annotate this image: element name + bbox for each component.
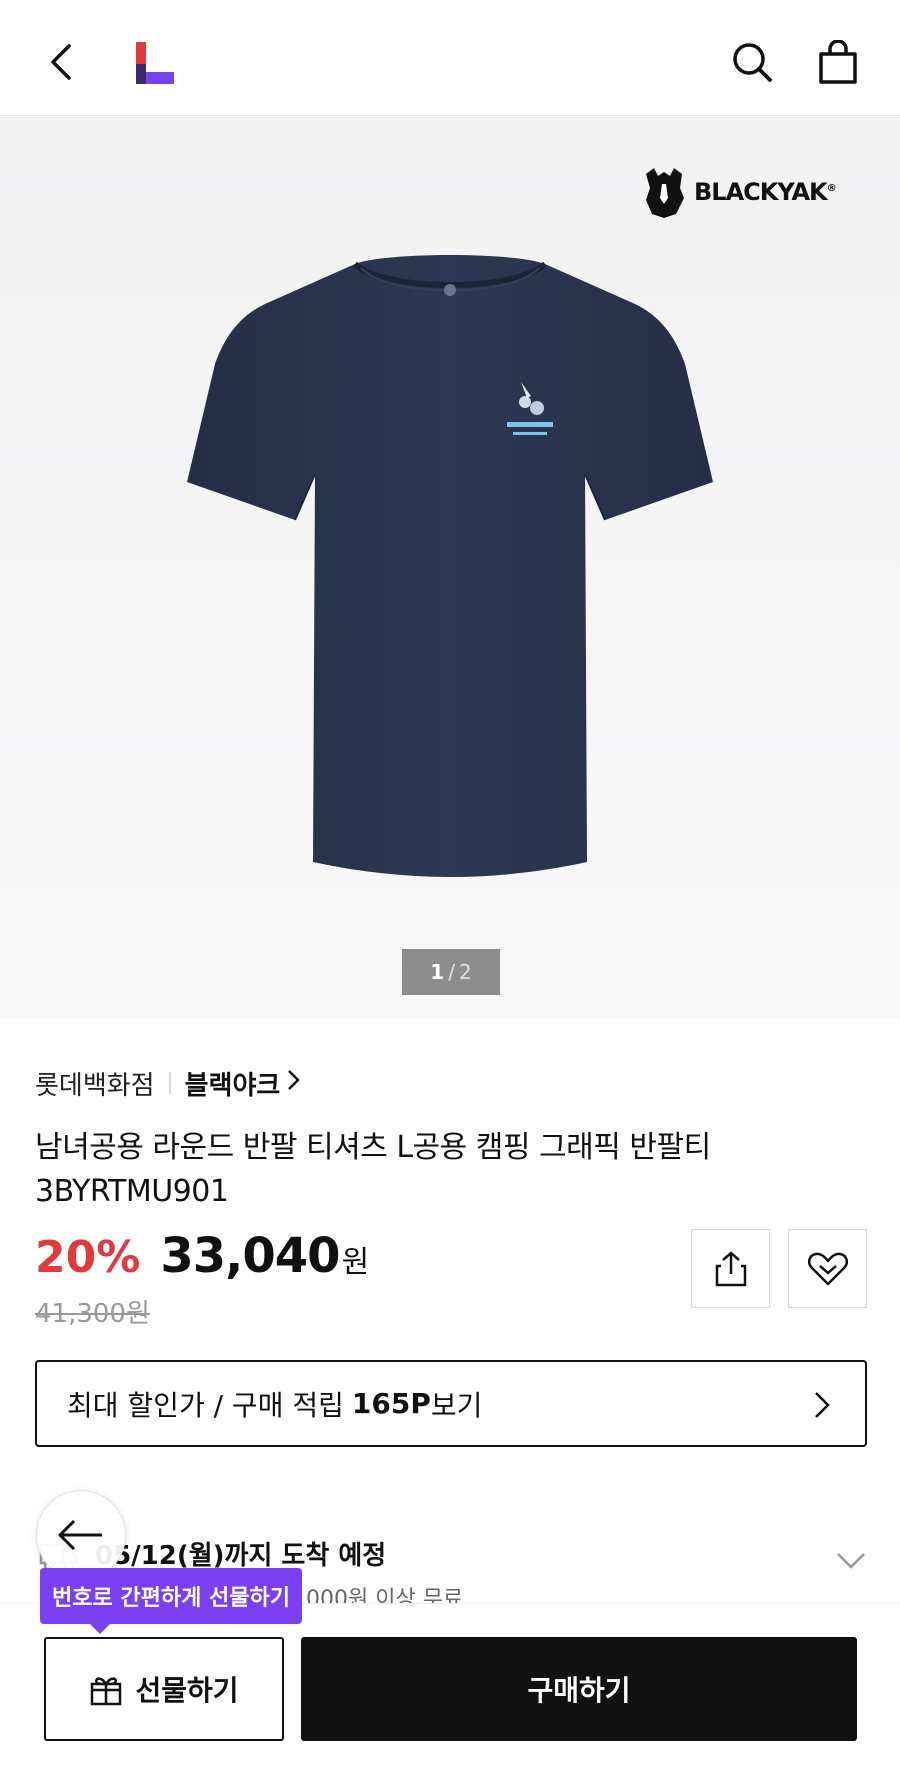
brand-logo: BLACKYAK® [640,162,860,222]
gift-icon [89,1672,123,1706]
original-price: 41,300원 [35,1299,150,1329]
search-button[interactable] [726,36,778,88]
max-discount-benefit-button[interactable]: 최대 할인가 / 구매 적립 165P 보기 [35,1360,867,1447]
gift-tooltip: 번호로 간편하게 선물하기 [40,1568,302,1634]
gift-button-label: 선물하기 [135,1674,239,1707]
share-button[interactable] [691,1229,770,1308]
sale-price: 33,040 [160,1228,340,1284]
gift-button[interactable]: 선물하기 [44,1637,284,1741]
currency-unit: 원 [341,1245,370,1280]
discount-rate: 20% [35,1232,141,1283]
product-tshirt-image [187,255,713,877]
price-row: 20% 33,040 원 [35,1228,369,1284]
benefit-points: 165P [351,1387,431,1420]
search-icon [733,43,772,82]
divider [168,1072,171,1094]
chevron-right-icon[interactable] [286,1068,302,1099]
brand-link[interactable]: 블랙야크 [185,1065,281,1102]
product-title: 남녀공용 라운드 반팔 티셔츠 L공용 캠핑 그래픽 반팔티 3BYRTMU90… [35,1130,711,1209]
buy-button-label: 구매하기 [527,1674,631,1707]
chevron-left-icon [51,44,71,80]
share-icon [715,1250,746,1286]
store-name[interactable]: 롯데백화점 [35,1065,155,1102]
cart-button[interactable] [812,36,864,88]
shopping-bag-icon [819,40,857,84]
lotteon-logo[interactable] [136,42,174,84]
chevron-right-icon [813,1390,831,1427]
seller-row: 롯데백화점 블랙야크 [35,1063,302,1103]
brand-logo-text: BLACKYAK® [694,178,837,206]
image-pager: 1 / 2 [402,949,500,995]
back-button[interactable] [38,38,86,86]
chevron-down-icon[interactable] [835,1551,867,1575]
benefit-label: 최대 할인가 / 구매 적립 [67,1388,344,1422]
heart-icon [807,1252,848,1285]
top-navigation-bar [0,0,900,116]
floating-back-button[interactable] [36,1490,126,1580]
yak-logo-icon [646,168,684,218]
wishlist-button[interactable] [788,1229,867,1308]
product-image-gallery[interactable]: BLACKYAK® 1 / 2 [0,117,900,1019]
buy-button[interactable]: 구매하기 [301,1637,857,1741]
delivery-date: 05/12(월)까지 도착 예정 [95,1541,387,1571]
arrow-left-icon [58,1519,102,1551]
benefit-suffix: 보기 [430,1388,483,1422]
